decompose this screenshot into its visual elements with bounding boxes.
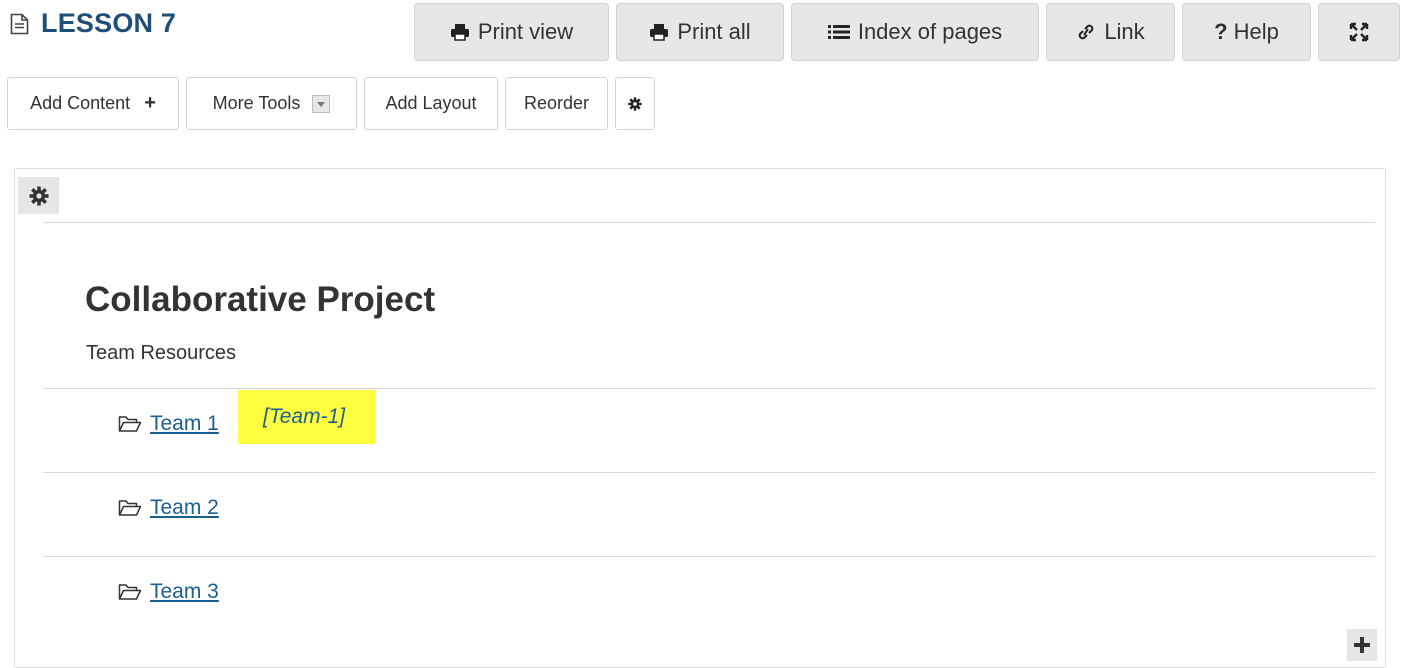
divider xyxy=(43,222,1375,223)
add-layout-button[interactable]: Add Layout xyxy=(364,77,498,130)
link-label: Link xyxy=(1104,19,1145,44)
list-icon xyxy=(827,25,850,39)
team-link[interactable]: Team 1 xyxy=(150,412,219,436)
group-tag: [Team-1] xyxy=(238,390,375,444)
more-tools-dropdown[interactable]: More Tools xyxy=(186,77,357,130)
folder-open-icon xyxy=(118,416,142,432)
fullscreen-button[interactable] xyxy=(1318,3,1400,61)
print-view-button[interactable]: Print view xyxy=(414,3,609,61)
expand-icon xyxy=(1349,22,1369,42)
list-item-team-1[interactable]: Team 1 xyxy=(118,412,219,436)
gear-icon xyxy=(628,96,642,111)
page-title: LESSON 7 xyxy=(10,8,176,39)
reorder-button[interactable]: Reorder xyxy=(505,77,608,130)
print-icon xyxy=(650,24,669,41)
divider xyxy=(43,556,1375,557)
print-all-button[interactable]: Print all xyxy=(616,3,784,61)
team-link[interactable]: Team 3 xyxy=(150,580,219,604)
print-icon xyxy=(450,24,469,41)
index-of-pages-button[interactable]: Index of pages xyxy=(791,3,1039,61)
section-subtitle: Team Resources xyxy=(86,342,237,364)
plus-icon xyxy=(1354,637,1370,653)
question-icon: ? xyxy=(1214,19,1228,44)
more-tools-label: More Tools xyxy=(212,93,301,113)
divider xyxy=(43,472,1375,473)
help-button[interactable]: ? Help xyxy=(1182,3,1311,61)
add-content-label: Add Content xyxy=(30,93,131,113)
print-view-label: Print view xyxy=(477,19,574,44)
gear-icon xyxy=(29,186,48,205)
reorder-label: Reorder xyxy=(523,93,590,113)
list-item-team-3[interactable]: Team 3 xyxy=(118,580,219,604)
page-title-text: LESSON 7 xyxy=(41,8,177,38)
divider xyxy=(43,388,1375,389)
print-all-label: Print all xyxy=(677,19,751,44)
section-settings-button[interactable] xyxy=(18,177,59,214)
link-button[interactable]: Link xyxy=(1046,3,1175,61)
settings-button[interactable] xyxy=(615,77,655,130)
folder-open-icon xyxy=(118,584,142,600)
content-panel: Collaborative Project Team Resources [Te… xyxy=(14,168,1386,668)
document-icon xyxy=(10,13,29,34)
team-link[interactable]: Team 2 xyxy=(150,496,219,520)
list-item-team-2[interactable]: Team 2 xyxy=(118,496,219,520)
index-of-pages-label: Index of pages xyxy=(857,19,1003,44)
section-title: Collaborative Project xyxy=(85,280,436,319)
chevron-down-icon xyxy=(312,94,331,113)
link-icon xyxy=(1079,24,1094,40)
add-content-button[interactable]: Add Content + xyxy=(7,77,179,130)
add-item-button[interactable] xyxy=(1347,629,1377,661)
help-label: Help xyxy=(1233,19,1279,44)
add-layout-label: Add Layout xyxy=(385,93,477,113)
folder-open-icon xyxy=(118,500,142,516)
plus-icon: + xyxy=(144,92,156,114)
